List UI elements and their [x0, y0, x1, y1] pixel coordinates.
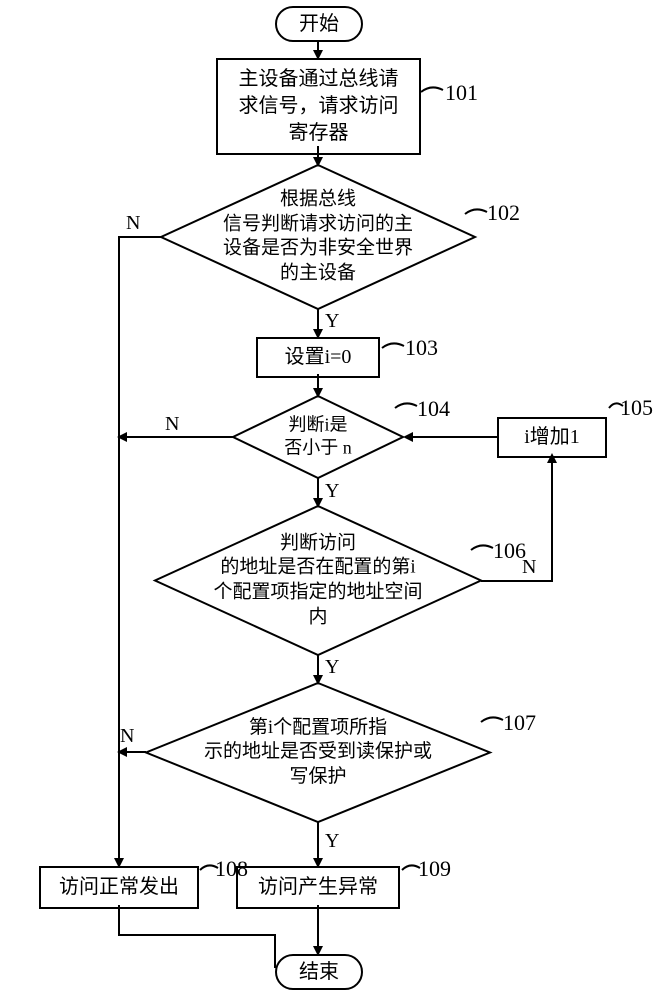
branch-label-106-y: Y — [325, 656, 339, 679]
process-103: 设置i=0 — [256, 337, 380, 378]
terminator-start-text: 开始 — [299, 13, 339, 35]
decision-102-text: 根据总线 信号判断请求访问的主 设备是否为非安全世界 的主设备 — [174, 188, 462, 287]
flowchart-canvas: 开始 结束 主设备通过总线请 求信号，请求访问 寄存器 根据总线 信号判断请求访… — [0, 0, 671, 1000]
label-104: 104 — [417, 396, 450, 422]
branch-label-104-n: N — [165, 413, 179, 436]
branch-label-107-n: N — [120, 725, 134, 748]
process-105-text: i增加1 — [524, 426, 580, 448]
process-108-text: 访问正常发出 — [59, 876, 179, 898]
branch-label-107-y: Y — [325, 830, 339, 853]
branch-label-104-y: Y — [325, 480, 339, 503]
label-109: 109 — [418, 856, 451, 882]
process-105: i增加1 — [497, 417, 607, 458]
label-107: 107 — [503, 710, 536, 736]
decision-107: 第i个配置项所指 示的地址是否受到读保护或 写保护 — [143, 680, 493, 825]
process-101: 主设备通过总线请 求信号，请求访问 寄存器 — [216, 58, 421, 155]
terminator-start: 开始 — [275, 6, 363, 42]
decision-106-text: 判断访问 的地址是否在配置的第i 个配置项指定的地址空间 内 — [169, 531, 468, 630]
decision-107-text: 第i个配置项所指 示的地址是否受到读保护或 写保护 — [161, 715, 476, 789]
decision-104-text: 判断i是 否小于 n — [239, 414, 397, 461]
process-101-text: 主设备通过总线请 求信号，请求访问 寄存器 — [239, 68, 399, 144]
label-103: 103 — [405, 335, 438, 361]
terminator-end: 结束 — [275, 954, 363, 990]
decision-102: 根据总线 信号判断请求访问的主 设备是否为非安全世界 的主设备 — [158, 162, 478, 312]
label-108: 108 — [215, 856, 248, 882]
terminator-end-text: 结束 — [299, 961, 339, 983]
process-109-text: 访问产生异常 — [258, 876, 378, 898]
label-101: 101 — [445, 80, 478, 106]
label-102: 102 — [487, 200, 520, 226]
branch-label-102-y: Y — [325, 310, 339, 333]
process-108: 访问正常发出 — [39, 866, 199, 909]
branch-label-106-n: N — [522, 556, 536, 579]
process-109: 访问产生异常 — [236, 866, 400, 909]
branch-label-102-n: N — [126, 212, 140, 235]
process-103-text: 设置i=0 — [285, 346, 352, 368]
decision-104: 判断i是 否小于 n — [230, 393, 406, 481]
label-105: 105 — [620, 395, 653, 421]
decision-106: 判断访问 的地址是否在配置的第i 个配置项指定的地址空间 内 — [152, 503, 484, 658]
